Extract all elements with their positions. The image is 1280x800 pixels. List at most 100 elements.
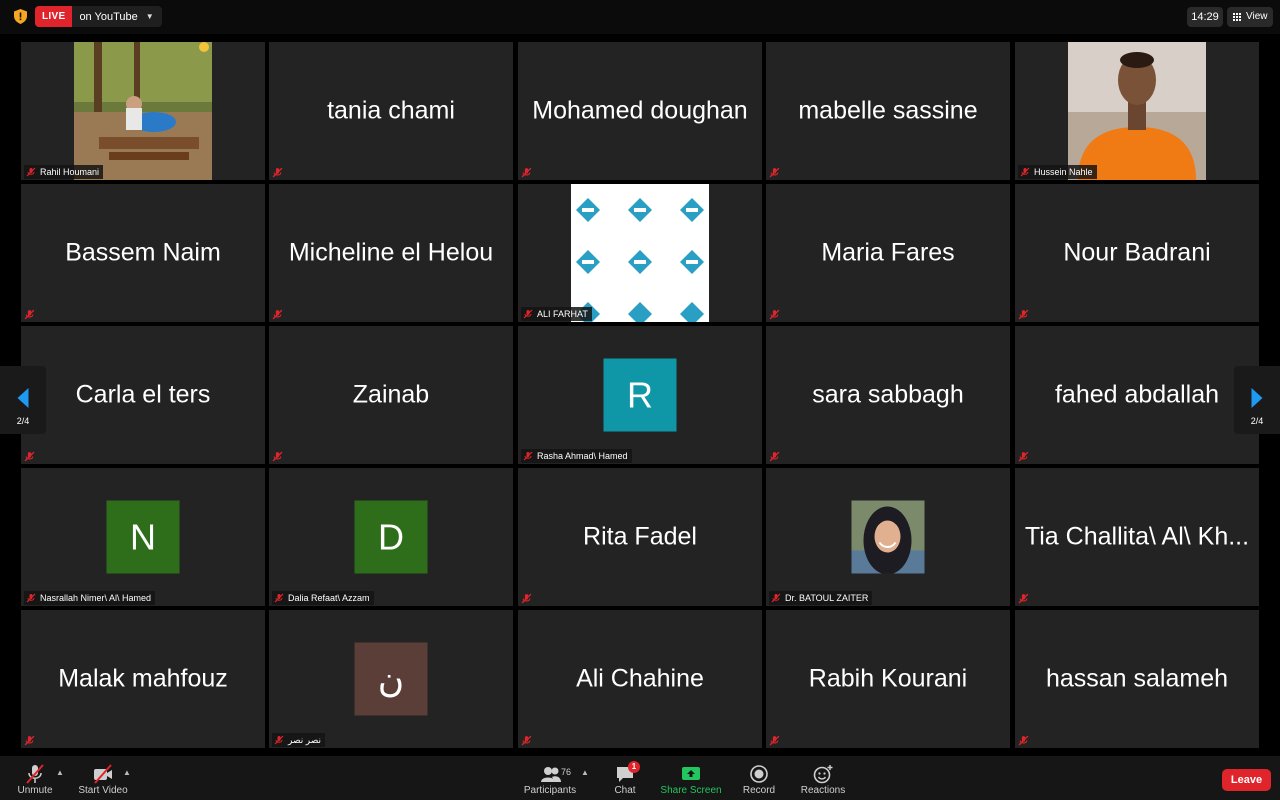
participant-name-label: Rahil Houmani <box>24 165 104 179</box>
participant-tile[interactable]: Rita Fadel <box>518 468 762 606</box>
video-options-caret-icon[interactable]: ▲ <box>123 768 131 777</box>
muted-mic-icon <box>1018 309 1029 320</box>
share-screen-icon <box>682 767 700 780</box>
record-label: Record <box>742 785 776 796</box>
arrow-right-icon <box>1251 388 1263 408</box>
muted-mic-icon <box>272 167 283 178</box>
reactions-label: Reactions <box>800 785 846 796</box>
participants-options-caret-icon[interactable]: ▲ <box>581 768 589 777</box>
participant-tile[interactable]: Nour Badrani <box>1015 184 1259 322</box>
muted-mic-icon <box>26 167 36 177</box>
participants-count: 76 <box>561 767 572 777</box>
participant-tile[interactable]: Tia Challita\ Al\ Kh... <box>1015 468 1259 606</box>
participant-tile[interactable]: Mohamed doughan <box>518 42 762 180</box>
muted-mic-icon <box>1018 593 1029 604</box>
participant-tile[interactable]: hassan salameh <box>1015 610 1259 748</box>
muted-mic-icon <box>521 593 532 604</box>
participant-display-name: Nour Badrani <box>1063 238 1211 267</box>
live-destination-text: on YouTube <box>79 10 138 23</box>
participant-tile[interactable]: ALI FARHAT <box>518 184 762 322</box>
participant-display-name: Micheline el Helou <box>288 238 494 267</box>
share-screen-button[interactable]: Share Screen <box>660 756 722 800</box>
page-indicator: 2/4 <box>16 416 30 426</box>
chat-unread-badge: 1 <box>628 761 640 773</box>
unmute-label: Unmute <box>17 785 53 796</box>
reactions-smiley-icon <box>813 765 833 784</box>
participants-label: Participants <box>523 785 577 796</box>
participant-display-name: fahed abdallah <box>1054 380 1220 409</box>
start-video-button[interactable]: Start Video <box>74 756 132 800</box>
muted-mic-icon <box>274 593 284 603</box>
chat-label: Chat <box>614 785 636 796</box>
participant-tile[interactable]: Micheline el Helou <box>269 184 513 322</box>
meeting-timer: 14:29 <box>1187 7 1223 27</box>
muted-mic-icon <box>523 451 533 461</box>
participant-tile[interactable]: R Rasha Ahmad\ Hamed <box>518 326 762 464</box>
muted-mic-icon <box>274 735 284 745</box>
live-stream-menu[interactable]: LIVE on YouTube ▼ <box>35 6 162 27</box>
participant-name-label: Rasha Ahmad\ Hamed <box>521 449 632 463</box>
participant-display-name: Tia Challita\ Al\ Kh... <box>1024 522 1250 551</box>
participant-display-name: Zainab <box>352 380 430 409</box>
chevron-down-icon: ▼ <box>145 12 154 21</box>
record-icon <box>750 765 768 783</box>
leave-button[interactable]: Leave <box>1222 769 1271 791</box>
participant-name-label: Dr. BATOUL ZAITER <box>769 591 873 605</box>
participant-display-name: Carla el ters <box>75 380 211 409</box>
security-shield-icon[interactable] <box>14 9 27 24</box>
next-page-button[interactable]: 2/4 <box>1234 366 1280 434</box>
reactions-button[interactable]: Reactions <box>797 756 849 800</box>
participant-display-name: tania chami <box>327 96 455 125</box>
participant-display-name: mabelle sassine <box>798 96 978 125</box>
meeting-toolbar: Unmute ▲ Start Video ▲ 76 Participants ▲… <box>0 756 1280 800</box>
participant-tile[interactable]: D Dalia Refaat\ Azzam <box>269 468 513 606</box>
muted-mic-icon <box>1018 735 1029 746</box>
participant-tile[interactable]: mabelle sassine <box>766 42 1010 180</box>
participant-tile[interactable]: Rabih Kourani <box>766 610 1010 748</box>
previous-page-button[interactable]: 2/4 <box>0 366 46 434</box>
muted-mic-icon <box>1018 451 1029 462</box>
unmute-button[interactable]: Unmute <box>10 756 60 800</box>
video-off-icon <box>94 764 112 784</box>
participant-tile[interactable]: Maria Fares <box>766 184 1010 322</box>
start-video-label: Start Video <box>78 785 128 796</box>
muted-mic-icon <box>769 167 780 178</box>
participant-tile[interactable]: Bassem Naim <box>21 184 265 322</box>
muted-mic-icon <box>26 593 36 603</box>
participant-video-photo <box>1068 42 1206 180</box>
page-indicator: 2/4 <box>1250 416 1264 426</box>
participant-display-name: Maria Fares <box>821 238 955 267</box>
participant-initial-avatar: ن <box>354 642 428 716</box>
participant-tile[interactable]: sara sabbagh <box>766 326 1010 464</box>
participant-name-label: نصر نصر <box>272 733 326 747</box>
muted-microphone-icon <box>26 764 44 784</box>
record-button[interactable]: Record <box>739 756 779 800</box>
chat-button[interactable]: 1 Chat <box>605 756 645 800</box>
participants-button[interactable]: 76 Participants <box>520 756 580 800</box>
participant-name-label: Dalia Refaat\ Azzam <box>272 591 374 605</box>
muted-mic-icon <box>24 735 35 746</box>
arrow-left-icon <box>17 388 29 408</box>
participant-tile[interactable]: Zainab <box>269 326 513 464</box>
muted-mic-icon <box>1020 167 1030 177</box>
participant-tile[interactable]: Rahil Houmani <box>21 42 265 180</box>
top-bar: LIVE on YouTube ▼ 14:29 View <box>0 0 1280 34</box>
participant-tile[interactable]: Dr. BATOUL ZAITER <box>766 468 1010 606</box>
participant-tile[interactable]: Malak mahfouz <box>21 610 265 748</box>
participant-display-name: Mohamed doughan <box>532 96 748 125</box>
participant-tile[interactable]: tania chami <box>269 42 513 180</box>
participant-tile[interactable]: fahed abdallah <box>1015 326 1259 464</box>
participant-tile[interactable]: Ali Chahine <box>518 610 762 748</box>
muted-mic-icon <box>272 451 283 462</box>
view-button[interactable]: View <box>1227 7 1273 27</box>
view-button-label: View <box>1246 11 1268 22</box>
participant-tile[interactable]: Hussein Nahle <box>1015 42 1259 180</box>
participant-profile-photo <box>851 500 925 574</box>
participant-tile[interactable]: ن نصر نصر <box>269 610 513 748</box>
audio-options-caret-icon[interactable]: ▲ <box>56 768 64 777</box>
participant-tile[interactable]: Carla el ters <box>21 326 265 464</box>
participant-display-name: Malak mahfouz <box>58 664 228 693</box>
participants-icon <box>541 767 561 782</box>
live-badge: LIVE <box>35 6 73 27</box>
participant-tile[interactable]: N Nasrallah Nimer\ Al\ Hamed <box>21 468 265 606</box>
